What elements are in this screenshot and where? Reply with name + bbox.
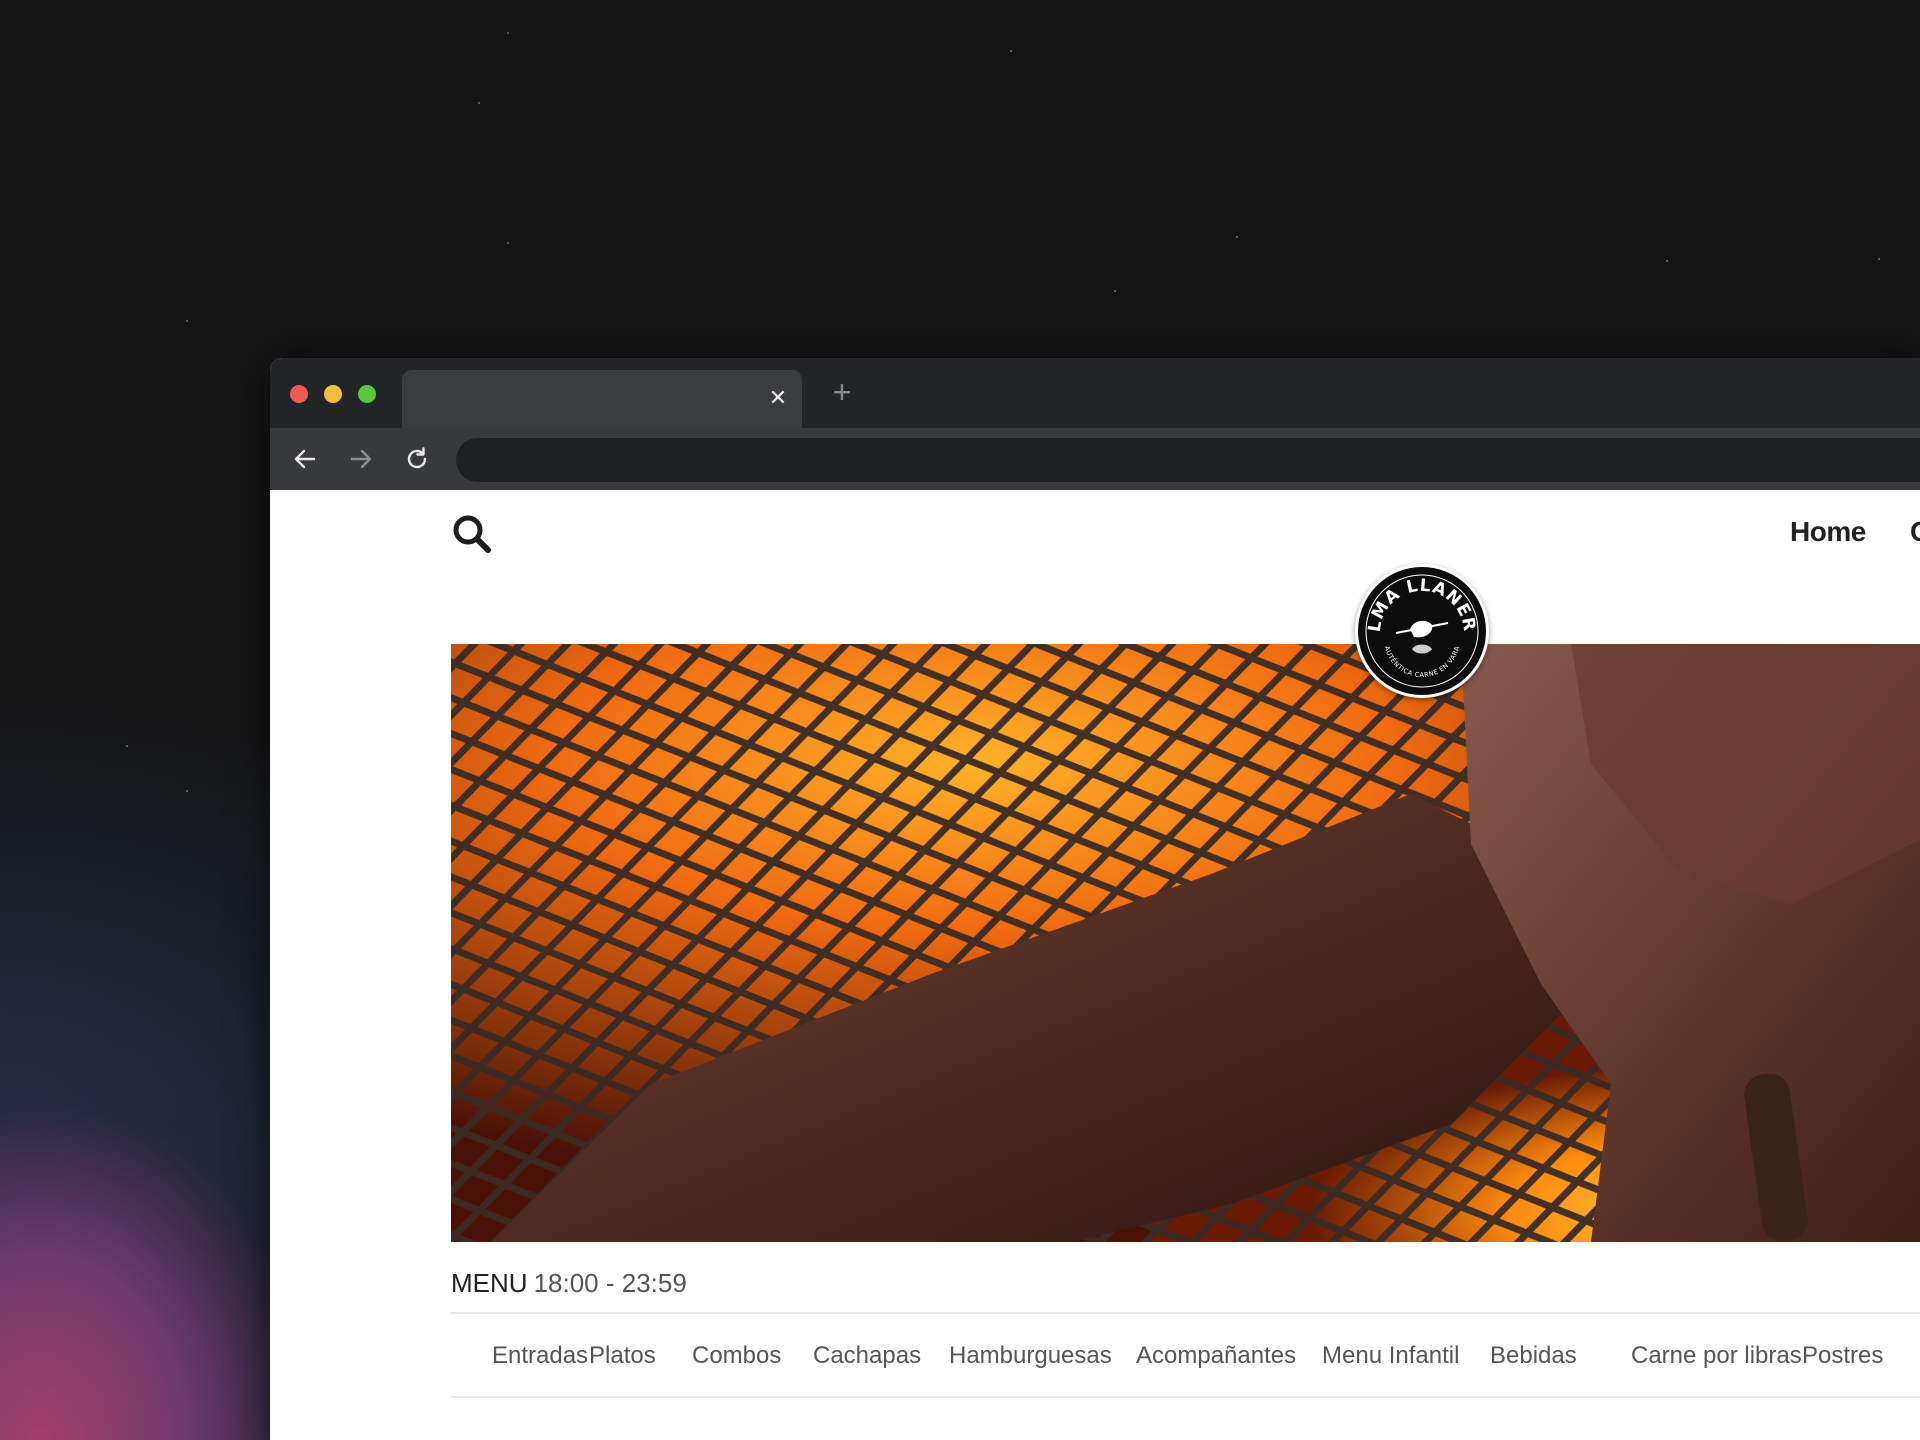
hero-image [451,644,1920,1242]
category-carne-por-libras[interactable]: Carne por libras [1631,1342,1802,1370]
plus-icon[interactable]: + [826,376,858,408]
arrow-right-icon[interactable] [344,442,378,476]
star [1878,258,1880,260]
star [478,102,480,104]
nav-link-home[interactable]: Home [1790,516,1866,548]
category-bebidas[interactable]: Bebidas [1490,1342,1577,1370]
search-icon[interactable] [450,512,494,556]
arrow-left-icon[interactable] [288,442,322,476]
menu-title: MENU [451,1268,528,1298]
category-entradas[interactable]: Entradas [492,1342,588,1370]
logo-image: ALMA LLANERA AUTÉNTICA CARNE EN VARA [1351,552,1484,693]
divider [451,1396,1920,1398]
browser-tab[interactable]: ✕ [402,370,802,428]
close-icon[interactable]: ✕ [766,386,790,410]
category-hamburguesas[interactable]: Hamburguesas [949,1342,1112,1370]
category-nav: Entradas Platos Combos Cachapas Hamburgu… [451,1320,1920,1400]
maximize-window-button[interactable] [358,385,376,403]
menu-hours: 18:00 - 23:59 [533,1268,687,1298]
close-window-button[interactable] [290,385,308,403]
tab-bar: ✕ + [270,358,1920,429]
category-cachapas[interactable]: Cachapas [813,1342,921,1370]
nav-link-next[interactable]: C [1910,516,1920,548]
star [1236,236,1238,238]
category-postres[interactable]: Postres [1802,1342,1883,1370]
reload-icon[interactable] [400,442,434,476]
web-page: Home C [270,490,1920,1440]
address-bar[interactable] [456,438,1920,482]
minimize-window-button[interactable] [324,385,342,403]
star [1666,260,1668,262]
star [186,790,188,792]
menu-heading: MENU 18:00 - 23:59 [451,1268,687,1299]
grill-photo [451,644,1920,1242]
browser-toolbar [270,428,1920,490]
browser-window: ✕ + Home C [270,358,1920,1440]
star [507,242,509,244]
divider [451,1312,1920,1314]
star [1010,50,1012,52]
star [507,32,509,34]
star [126,745,128,747]
site-logo[interactable]: ALMA LLANERA AUTÉNTICA CARNE EN VARA [1351,552,1489,698]
category-platos[interactable]: Platos [589,1342,656,1370]
category-combos[interactable]: Combos [692,1342,781,1370]
star [186,320,188,322]
star [1114,290,1116,292]
category-acompanantes[interactable]: Acompañantes [1136,1342,1296,1370]
category-menu-infantil[interactable]: Menu Infantil [1322,1342,1459,1370]
